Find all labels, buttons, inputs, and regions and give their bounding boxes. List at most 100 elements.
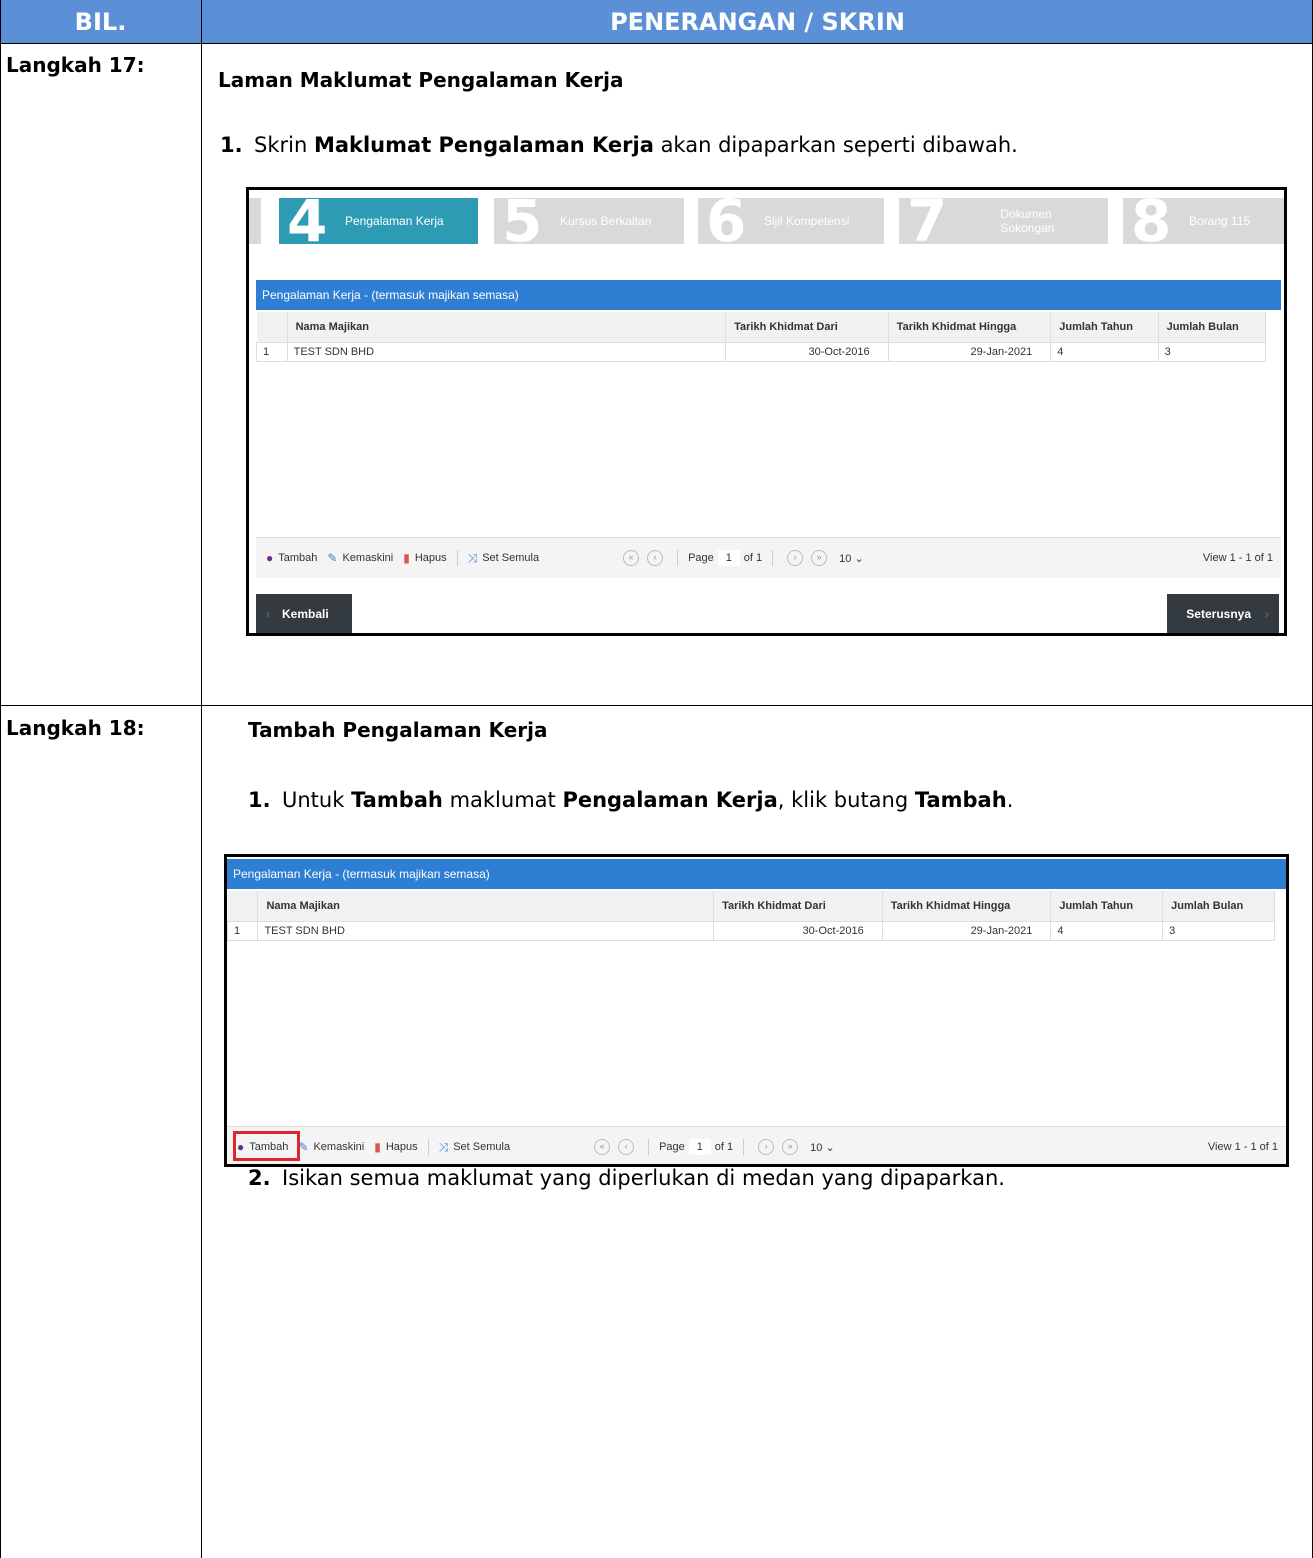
grid-title: Pengalaman Kerja - (termasuk majikan sem… (256, 280, 1281, 310)
wizard-step-4-label: Pengalaman Kerja (345, 214, 444, 228)
wizard-step-6-label: Sijil Kompetensi (764, 214, 850, 228)
cell-hingga[interactable]: 29-Jan-2021 (881, 921, 1052, 941)
step18-item1-b: Tambah (351, 788, 443, 812)
col-nama-majikan[interactable]: Nama Majikan (287, 312, 727, 343)
last-page-button[interactable]: » (778, 1139, 802, 1155)
cell-nama[interactable]: TEST SDN BHD (286, 342, 727, 362)
experience-table: Nama Majikan Tarikh Khidmat Dari Tarikh … (227, 891, 1275, 941)
step18-item1-g: . (1006, 788, 1014, 812)
view-count: View 1 - 1 of 1 (1202, 552, 1273, 564)
step18-item1-c: maklumat (442, 788, 563, 812)
col-jumlah-bulan[interactable]: Jumlah Bulan (1158, 312, 1267, 343)
next-page-icon: › (787, 550, 804, 566)
step18-item2: 2. Isikan semua maklumat yang diperlukan … (248, 1166, 1005, 1190)
document-page: BIL. PENERANGAN / SKRIN Langkah 17: Lama… (0, 0, 1313, 1558)
kemaskini-label: Kemaskini (313, 1141, 365, 1153)
step17-item1-bold: Maklumat Pengalaman Kerja (313, 133, 654, 157)
page-of-label: of 1 (743, 552, 763, 564)
col-jumlah-bulan[interactable]: Jumlah Bulan (1162, 891, 1275, 922)
step18-label: Langkah 18: (6, 716, 145, 740)
wizard-step-prev[interactable] (249, 198, 261, 244)
set-semula-label: Set Semula (482, 552, 540, 564)
set-semula-button[interactable]: ⤨ Set Semula (468, 551, 539, 566)
grid-pager: ● Tambah ✎ Kemaskini ▮ Hapus ⤨ Set Semula « … (227, 1126, 1286, 1164)
col-jumlah-tahun[interactable]: Jumlah Tahun (1050, 891, 1164, 922)
wizard-step-5-number: 5 (502, 187, 543, 255)
shuffle-icon: ⤨ (438, 1139, 449, 1154)
wizard-step-4[interactable]: 4 Pengalaman Kerja (279, 192, 478, 250)
divider (648, 1139, 650, 1155)
prev-page-button[interactable]: ‹ (614, 1139, 638, 1155)
kembali-button[interactable]: ‹ Kembali (256, 594, 352, 633)
wizard-step-6-number: 6 (706, 187, 747, 255)
trash-icon: ▮ (403, 551, 410, 565)
tambah-label: Tambah (278, 552, 318, 564)
col-tarikh-hingga[interactable]: Tarikh Khidmat Hingga (882, 891, 1052, 922)
wizard-step-6[interactable]: 6 Sijil Kompetensi (698, 187, 884, 255)
hapus-label: Hapus (414, 552, 447, 564)
col-jumlah-tahun[interactable]: Jumlah Tahun (1050, 312, 1159, 343)
wizard-step-8[interactable]: 8 Borang 115 (1123, 187, 1284, 255)
chevron-left-icon: ‹ (266, 607, 270, 621)
header-bil: BIL. (74, 7, 127, 36)
table-row[interactable]: 1 TEST SDN BHD 30-Oct-2016 29-Jan-2021 4… (227, 921, 1275, 941)
col-tarikh-dari[interactable]: Tarikh Khidmat Dari (725, 312, 889, 343)
col-rownum (256, 312, 288, 343)
cell-hingga[interactable]: 29-Jan-2021 (887, 342, 1052, 362)
step18-item2-text: Isikan semua maklumat yang diperlukan di… (282, 1166, 1005, 1190)
chevron-right-icon: › (1265, 607, 1269, 621)
per-page-value: 10 (839, 552, 852, 565)
kemaskini-button[interactable]: ✎ Kemaskini (327, 551, 393, 565)
set-semula-button[interactable]: ⤨ Set Semula (439, 1140, 510, 1155)
step17-item1-post: akan dipaparkan seperti dibawah. (653, 133, 1018, 157)
cell-tahun[interactable]: 4 (1050, 921, 1164, 941)
seterusnya-button[interactable]: Seterusnya › (1167, 594, 1279, 633)
hapus-button[interactable]: ▮ Hapus (403, 551, 446, 565)
cell-bulan[interactable]: 3 (1162, 921, 1275, 941)
wizard-step-5[interactable]: 5 Kursus Berkaitan (494, 187, 684, 255)
wizard-step-8-number: 8 (1131, 187, 1172, 255)
next-page-button[interactable]: › (754, 1139, 778, 1155)
shuffle-icon: ⤨ (467, 550, 478, 565)
col-tarikh-dari[interactable]: Tarikh Khidmat Dari (713, 891, 883, 922)
last-page-button[interactable]: » (807, 550, 831, 566)
prev-page-button[interactable]: ‹ (643, 550, 667, 566)
step18-item1-a: Untuk (282, 788, 352, 812)
wizard-step-5-label: Kursus Berkaitan (560, 214, 652, 228)
per-page-select[interactable]: 10 ⌄ (810, 1141, 835, 1154)
step17-item1-pre: Skrin (254, 133, 314, 157)
tambah-highlight (233, 1131, 300, 1161)
tambah-button[interactable]: ● Tambah (266, 551, 317, 565)
page-input[interactable]: 1 (688, 1139, 711, 1155)
cell-nama[interactable]: TEST SDN BHD (257, 921, 715, 941)
page-of-label: of 1 (714, 1141, 734, 1153)
cell-bulan[interactable]: 3 (1157, 342, 1267, 362)
row-divider (0, 43, 1313, 44)
first-page-button[interactable]: « (590, 1139, 614, 1155)
hapus-button[interactable]: ▮ Hapus (374, 1140, 417, 1154)
first-page-button[interactable]: « (619, 550, 643, 566)
cell-dari[interactable]: 30-Oct-2016 (713, 921, 883, 941)
seterusnya-label: Seterusnya (1186, 607, 1251, 621)
column-divider (201, 0, 202, 1558)
divider (427, 1139, 429, 1155)
step17-item1-num: 1. (220, 133, 243, 157)
wizard-step-7[interactable]: 7 Dokumen Sokongan (899, 192, 1108, 250)
col-nama-majikan[interactable]: Nama Majikan (257, 891, 715, 922)
step18-item2-num: 2. (248, 1166, 271, 1190)
table-header-row: Nama Majikan Tarikh Khidmat Dari Tarikh … (256, 312, 1267, 343)
step18-item1-f: Tambah (914, 788, 1007, 812)
table-header: BIL. PENERANGAN / SKRIN (0, 0, 1313, 43)
table-row[interactable]: 1 TEST SDN BHD 30-Oct-2016 29-Jan-2021 4… (256, 342, 1267, 362)
col-tarikh-hingga[interactable]: Tarikh Khidmat Hingga (888, 312, 1052, 343)
table-header-row: Nama Majikan Tarikh Khidmat Dari Tarikh … (227, 891, 1275, 922)
next-page-button[interactable]: › (783, 550, 807, 566)
per-page-select[interactable]: 10 ⌄ (839, 552, 864, 565)
cell-dari[interactable]: 30-Oct-2016 (725, 342, 889, 362)
grid-pager: ● Tambah ✎ Kemaskini ▮ Hapus ⤨ Set Semula « … (256, 537, 1281, 578)
cell-tahun[interactable]: 4 (1050, 342, 1159, 362)
first-page-icon: « (594, 1139, 611, 1155)
page-input[interactable]: 1 (717, 550, 740, 566)
kemaskini-button[interactable]: ✎ Kemaskini (298, 1140, 364, 1154)
screenshot-grid: Pengalaman Kerja - (termasuk majikan sem… (224, 854, 1289, 1167)
